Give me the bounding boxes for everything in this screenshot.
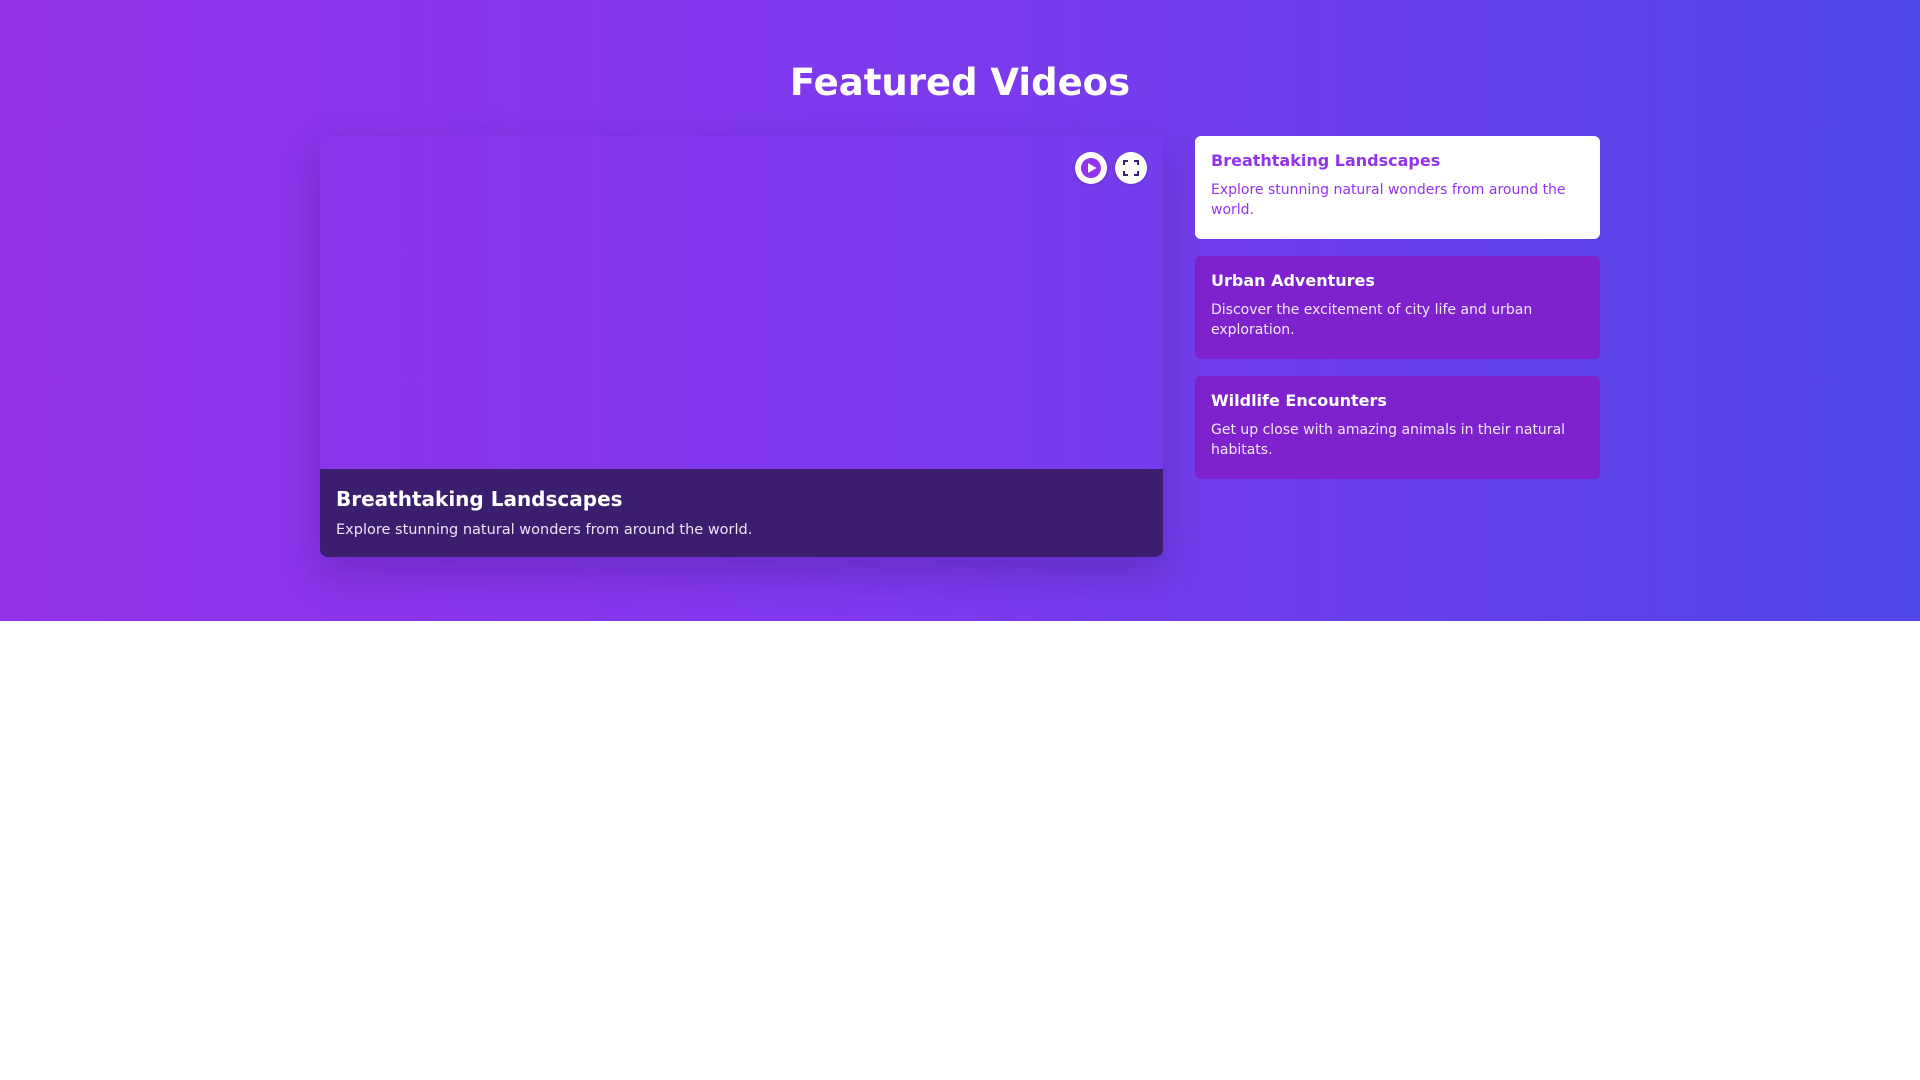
page-title: Featured Videos <box>789 61 1131 104</box>
playlist-item-description: Explore stunning natural wonders from ar… <box>1211 182 1566 218</box>
fullscreen-button[interactable] <box>1115 152 1147 184</box>
video-description: Explore stunning natural wonders from ar… <box>336 522 753 538</box>
playlist-item-title: Breathtaking Landscapes <box>1211 151 1441 170</box>
playlist-item-description: Discover the excitement of city life and… <box>1211 302 1533 338</box>
video-player[interactable]: Breathtaking Landscapes Explore stunning… <box>320 136 1163 557</box>
playlist: Breathtaking Landscapes Explore stunning… <box>1195 136 1600 496</box>
playlist-item-wildlife-encounters[interactable]: Wildlife Encounters Get up close with am… <box>1195 376 1600 479</box>
playlist-item-description: Get up close with amazing animals in the… <box>1211 422 1566 458</box>
play-button[interactable] <box>1075 152 1107 184</box>
play-icon <box>1081 158 1101 178</box>
hero-section: Featured Videos Breathtaking Landscapes … <box>0 0 1920 621</box>
playlist-item-breathtaking-landscapes[interactable]: Breathtaking Landscapes Explore stunning… <box>1195 136 1600 239</box>
playlist-item-title: Urban Adventures <box>1211 271 1375 290</box>
video-screen[interactable] <box>320 136 1163 469</box>
playlist-item-title: Wildlife Encounters <box>1211 391 1387 410</box>
player-controls <box>1075 152 1147 184</box>
video-info-bar: Breathtaking Landscapes Explore stunning… <box>320 469 1163 557</box>
playlist-item-urban-adventures[interactable]: Urban Adventures Discover the excitement… <box>1195 256 1600 359</box>
fullscreen-icon <box>1123 160 1139 176</box>
video-title: Breathtaking Landscapes <box>336 487 623 511</box>
